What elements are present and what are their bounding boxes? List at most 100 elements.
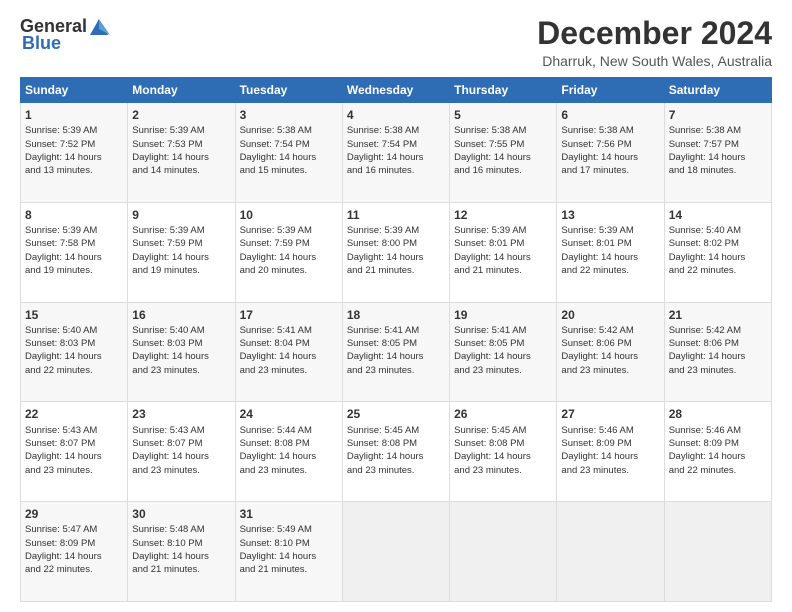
calendar-cell: 10Sunrise: 5:39 AMSunset: 7:59 PMDayligh… — [235, 202, 342, 302]
day-number: 4 — [347, 107, 445, 123]
weekday-saturday: Saturday — [664, 78, 771, 103]
calendar-week-3: 15Sunrise: 5:40 AMSunset: 8:03 PMDayligh… — [21, 302, 772, 402]
day-number: 9 — [132, 207, 230, 223]
day-info: Sunrise: 5:45 AMSunset: 8:08 PMDaylight:… — [454, 424, 552, 477]
calendar-cell: 30Sunrise: 5:48 AMSunset: 8:10 PMDayligh… — [128, 502, 235, 602]
day-number: 20 — [561, 307, 659, 323]
calendar-cell: 7Sunrise: 5:38 AMSunset: 7:57 PMDaylight… — [664, 103, 771, 203]
header: General Blue December 2024 Dharruk, New … — [20, 16, 772, 69]
calendar-cell: 31Sunrise: 5:49 AMSunset: 8:10 PMDayligh… — [235, 502, 342, 602]
day-info: Sunrise: 5:43 AMSunset: 8:07 PMDaylight:… — [132, 424, 230, 477]
day-number: 5 — [454, 107, 552, 123]
day-number: 23 — [132, 406, 230, 422]
calendar-cell: 18Sunrise: 5:41 AMSunset: 8:05 PMDayligh… — [342, 302, 449, 402]
calendar: SundayMondayTuesdayWednesdayThursdayFrid… — [20, 77, 772, 602]
day-info: Sunrise: 5:40 AMSunset: 8:03 PMDaylight:… — [132, 324, 230, 377]
day-info: Sunrise: 5:42 AMSunset: 8:06 PMDaylight:… — [561, 324, 659, 377]
weekday-sunday: Sunday — [21, 78, 128, 103]
day-number: 8 — [25, 207, 123, 223]
day-info: Sunrise: 5:48 AMSunset: 8:10 PMDaylight:… — [132, 523, 230, 576]
calendar-cell: 4Sunrise: 5:38 AMSunset: 7:54 PMDaylight… — [342, 103, 449, 203]
calendar-week-5: 29Sunrise: 5:47 AMSunset: 8:09 PMDayligh… — [21, 502, 772, 602]
calendar-cell: 28Sunrise: 5:46 AMSunset: 8:09 PMDayligh… — [664, 402, 771, 502]
day-number: 26 — [454, 406, 552, 422]
calendar-cell: 22 Sunrise: 5:43 AMSunset: 8:07 PMDayligh… — [21, 402, 128, 502]
day-number: 6 — [561, 107, 659, 123]
day-info: Sunrise: 5:44 AMSunset: 8:08 PMDaylight:… — [240, 424, 338, 477]
calendar-cell — [450, 502, 557, 602]
day-info: Sunrise: 5:39 AMSunset: 8:00 PMDaylight:… — [347, 224, 445, 277]
calendar-header: SundayMondayTuesdayWednesdayThursdayFrid… — [21, 78, 772, 103]
calendar-week-1: 1Sunrise: 5:39 AMSunset: 7:52 PMDaylight… — [21, 103, 772, 203]
day-number: 18 — [347, 307, 445, 323]
calendar-cell: 2Sunrise: 5:39 AMSunset: 7:53 PMDaylight… — [128, 103, 235, 203]
weekday-friday: Friday — [557, 78, 664, 103]
day-info: Sunrise: 5:39 AMSunset: 7:58 PMDaylight:… — [25, 224, 123, 277]
day-number: 3 — [240, 107, 338, 123]
logo: General Blue — [20, 16, 111, 54]
page: General Blue December 2024 Dharruk, New … — [0, 0, 792, 612]
day-info: Sunrise: 5:49 AMSunset: 8:10 PMDaylight:… — [240, 523, 338, 576]
calendar-cell: 13Sunrise: 5:39 AMSunset: 8:01 PMDayligh… — [557, 202, 664, 302]
calendar-cell: 25 Sunrise: 5:45 AMSunset: 8:08 PMDayligh… — [342, 402, 449, 502]
day-info: Sunrise: 5:42 AMSunset: 8:06 PMDaylight:… — [669, 324, 767, 377]
calendar-cell: 5Sunrise: 5:38 AMSunset: 7:55 PMDaylight… — [450, 103, 557, 203]
day-info: Sunrise: 5:38 AMSunset: 7:54 PMDaylight:… — [347, 124, 445, 177]
day-info: Sunrise: 5:43 AMSunset: 8:07 PMDaylight:… — [25, 424, 123, 477]
day-info: Sunrise: 5:46 AMSunset: 8:09 PMDaylight:… — [561, 424, 659, 477]
day-number: 31 — [240, 506, 338, 522]
day-number: 27 — [561, 406, 659, 422]
day-number: 25 — [347, 406, 445, 422]
month-title: December 2024 — [537, 16, 772, 51]
calendar-cell: 1Sunrise: 5:39 AMSunset: 7:52 PMDaylight… — [21, 103, 128, 203]
calendar-cell — [557, 502, 664, 602]
day-number: 12 — [454, 207, 552, 223]
calendar-cell: 17Sunrise: 5:41 AMSunset: 8:04 PMDayligh… — [235, 302, 342, 402]
day-info: Sunrise: 5:47 AMSunset: 8:09 PMDaylight:… — [25, 523, 123, 576]
day-number: 29 — [25, 506, 123, 522]
day-info: Sunrise: 5:41 AMSunset: 8:05 PMDaylight:… — [454, 324, 552, 377]
day-info: Sunrise: 5:45 AMSunset: 8:08 PMDaylight:… — [347, 424, 445, 477]
day-info: Sunrise: 5:40 AMSunset: 8:03 PMDaylight:… — [25, 324, 123, 377]
day-number: 14 — [669, 207, 767, 223]
day-info: Sunrise: 5:41 AMSunset: 8:04 PMDaylight:… — [240, 324, 338, 377]
day-info: Sunrise: 5:41 AMSunset: 8:05 PMDaylight:… — [347, 324, 445, 377]
day-number: 22 — [25, 406, 123, 422]
logo-icon — [88, 17, 110, 37]
day-info: Sunrise: 5:38 AMSunset: 7:56 PMDaylight:… — [561, 124, 659, 177]
calendar-cell: 19Sunrise: 5:41 AMSunset: 8:05 PMDayligh… — [450, 302, 557, 402]
day-number: 21 — [669, 307, 767, 323]
day-info: Sunrise: 5:39 AMSunset: 7:59 PMDaylight:… — [240, 224, 338, 277]
day-info: Sunrise: 5:38 AMSunset: 7:57 PMDaylight:… — [669, 124, 767, 177]
location: Dharruk, New South Wales, Australia — [537, 53, 772, 69]
calendar-cell: 6Sunrise: 5:38 AMSunset: 7:56 PMDaylight… — [557, 103, 664, 203]
day-info: Sunrise: 5:46 AMSunset: 8:09 PMDaylight:… — [669, 424, 767, 477]
day-number: 16 — [132, 307, 230, 323]
day-info: Sunrise: 5:38 AMSunset: 7:55 PMDaylight:… — [454, 124, 552, 177]
calendar-cell: 29Sunrise: 5:47 AMSunset: 8:09 PMDayligh… — [21, 502, 128, 602]
day-number: 11 — [347, 207, 445, 223]
logo-blue-text: Blue — [22, 33, 61, 54]
day-info: Sunrise: 5:39 AMSunset: 8:01 PMDaylight:… — [561, 224, 659, 277]
day-info: Sunrise: 5:39 AMSunset: 8:01 PMDaylight:… — [454, 224, 552, 277]
day-number: 10 — [240, 207, 338, 223]
day-number: 30 — [132, 506, 230, 522]
day-info: Sunrise: 5:38 AMSunset: 7:54 PMDaylight:… — [240, 124, 338, 177]
calendar-cell — [342, 502, 449, 602]
day-number: 7 — [669, 107, 767, 123]
calendar-cell: 23 Sunrise: 5:43 AMSunset: 8:07 PMDayligh… — [128, 402, 235, 502]
calendar-cell: 26 Sunrise: 5:45 AMSunset: 8:08 PMDayligh… — [450, 402, 557, 502]
day-number: 17 — [240, 307, 338, 323]
day-number: 1 — [25, 107, 123, 123]
calendar-cell: 12Sunrise: 5:39 AMSunset: 8:01 PMDayligh… — [450, 202, 557, 302]
calendar-cell: 21Sunrise: 5:42 AMSunset: 8:06 PMDayligh… — [664, 302, 771, 402]
calendar-cell: 8Sunrise: 5:39 AMSunset: 7:58 PMDaylight… — [21, 202, 128, 302]
calendar-cell: 24Sunrise: 5:44 AMSunset: 8:08 PMDayligh… — [235, 402, 342, 502]
weekday-wednesday: Wednesday — [342, 78, 449, 103]
calendar-cell: 14Sunrise: 5:40 AMSunset: 8:02 PMDayligh… — [664, 202, 771, 302]
calendar-cell: 9Sunrise: 5:39 AMSunset: 7:59 PMDaylight… — [128, 202, 235, 302]
calendar-cell: 16Sunrise: 5:40 AMSunset: 8:03 PMDayligh… — [128, 302, 235, 402]
calendar-week-2: 8Sunrise: 5:39 AMSunset: 7:58 PMDaylight… — [21, 202, 772, 302]
calendar-cell: 27 Sunrise: 5:46 AMSunset: 8:09 PMDayligh… — [557, 402, 664, 502]
weekday-tuesday: Tuesday — [235, 78, 342, 103]
